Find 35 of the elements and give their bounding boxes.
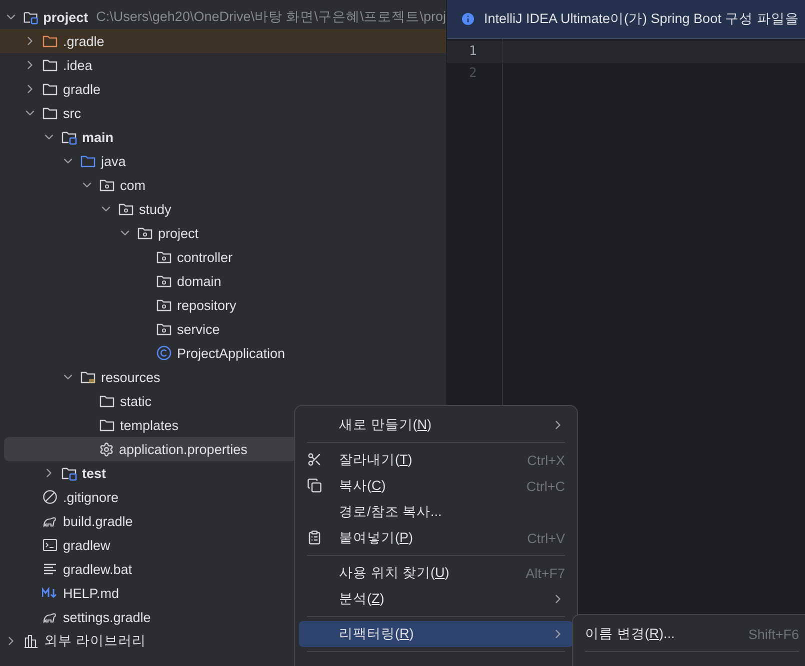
tree-item-label: HELP.md — [63, 586, 120, 600]
tree-item-label: templates — [120, 418, 179, 432]
tree-item-label: ProjectApplication — [177, 346, 286, 360]
line-number: 1 — [447, 41, 502, 63]
tree-item-label: main — [82, 130, 114, 144]
tree-item-label: java — [101, 154, 126, 168]
tree-item-label: gradlew — [63, 538, 110, 552]
shortcut-text: Alt+F7 — [526, 566, 565, 580]
shortcut-text: Ctrl+C — [526, 478, 565, 494]
tree-item-label: application.properties — [119, 442, 248, 456]
tree-item-label: settings.gradle — [63, 610, 151, 624]
tree-item-label: .idea — [63, 58, 92, 72]
shortcut-text: Ctrl+V — [527, 530, 565, 546]
tree-item-label: gradle — [63, 82, 101, 96]
shortcut-text: Shift+F6 — [748, 626, 799, 642]
tree-item-label: test — [82, 466, 106, 480]
tree-item-label: domain — [177, 274, 222, 288]
tree-item-label: service — [177, 322, 220, 336]
tree-item-label: project — [43, 10, 88, 24]
tree-item-label: .gitignore — [63, 490, 119, 504]
tree-item-label: project — [158, 226, 199, 240]
shortcut-text: Ctrl+X — [527, 452, 565, 468]
tree-item-label: resources — [101, 370, 160, 384]
tree-item-label: build.gradle — [63, 514, 133, 528]
tree-item-label: com — [120, 178, 146, 192]
notification-text: IntelliJ IDEA Ultimate이(가) Spring Boot 구성 파일을 — [484, 10, 799, 28]
tree-item-label: .gradle — [63, 34, 104, 48]
tree-item-label: static — [120, 394, 152, 408]
tree-item-label: repository — [177, 298, 236, 312]
tree-item-label: gradlew.bat — [63, 562, 132, 576]
tree-item-label: 외부 라이브러리 — [44, 632, 146, 650]
tree-item-label: study — [139, 202, 172, 216]
tree-item-label: src — [63, 106, 81, 120]
tree-item-label: controller — [177, 250, 233, 264]
project-path: C:\Users\geh20\OneDrive\바탕 화면\구은혜\프로젝트\proj — [96, 8, 446, 26]
